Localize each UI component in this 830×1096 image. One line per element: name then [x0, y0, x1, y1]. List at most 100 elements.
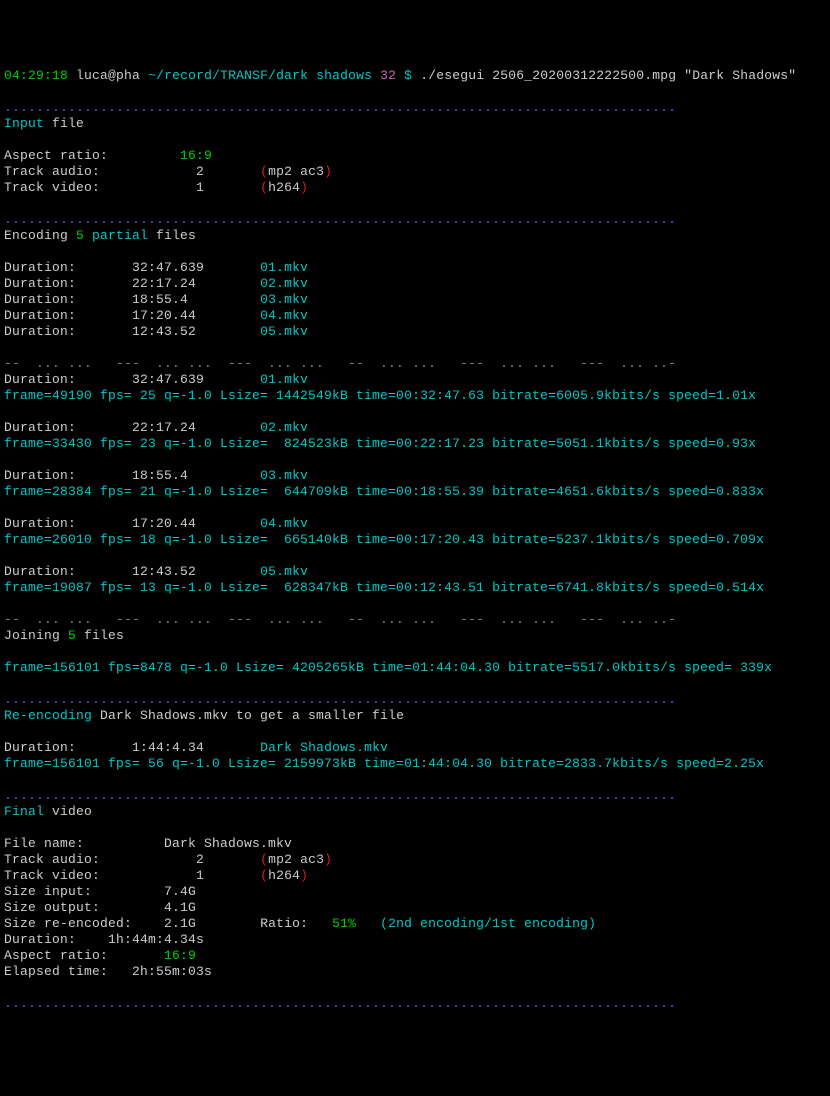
reenc-file: Dark Shadows.mkv: [260, 740, 388, 755]
separator-dashes: -- ... ... --- ... ... --- ... ... -- ..…: [4, 356, 676, 371]
run-file: 04.mkv: [260, 516, 308, 531]
part-label: Duration:: [4, 276, 76, 291]
paren-close: ): [324, 164, 332, 179]
part-file: 04.mkv: [260, 308, 308, 323]
ffmpeg-stat: frame=19087 fps= 13 q=-1.0 Lsize= 628347…: [4, 580, 764, 595]
final-taudio-codecs: mp2 ac3: [268, 852, 324, 867]
final-sre-label: Size re-encoded:: [4, 916, 132, 931]
enc-hdr-n: 5: [76, 228, 84, 243]
aspect-label: Aspect ratio:: [4, 148, 108, 163]
enc-hdr-c: files: [148, 228, 196, 243]
paren-open: (: [260, 868, 268, 883]
part-label: Duration:: [4, 308, 76, 323]
enc-hdr-b: partial: [84, 228, 148, 243]
part-file: 01.mkv: [260, 260, 308, 275]
run-file: 01.mkv: [260, 372, 308, 387]
paren-open: (: [260, 852, 268, 867]
paren-close: ): [300, 180, 308, 195]
ffmpeg-stat: frame=26010 fps= 18 q=-1.0 Lsize= 665140…: [4, 532, 764, 547]
run-label: Duration:: [4, 564, 76, 579]
track-video-label: Track video:: [4, 180, 100, 195]
ffmpeg-stat: frame=33430 fps= 23 q=-1.0 Lsize= 824523…: [4, 436, 756, 451]
final-elap-label: Elapsed time:: [4, 964, 108, 979]
separator-dots: ........................................…: [4, 100, 676, 115]
reenc-hdr-a: Re-encoding: [4, 708, 100, 723]
paren-close: ): [300, 868, 308, 883]
run-dur: 12:43.52: [132, 564, 196, 579]
final-tvideo-codec: h264: [268, 868, 300, 883]
join-hdr-a: Joining: [4, 628, 68, 643]
final-hdr-b: video: [44, 804, 92, 819]
prompt-command: ./esegui 2506_20200312222500.mpg "Dark S…: [420, 68, 796, 83]
final-asp: 16:9: [164, 948, 196, 963]
terminal-output: 04:29:18 luca@pha ~/record/TRANSF/dark s…: [4, 68, 830, 1012]
part-file: 02.mkv: [260, 276, 308, 291]
final-asp-label: Aspect ratio:: [4, 948, 108, 963]
reenc-hdr-b: Dark Shadows.mkv to get a smaller file: [100, 708, 404, 723]
paren-open: (: [260, 164, 268, 179]
part-dur: 18:55.4: [132, 292, 188, 307]
part-file: 05.mkv: [260, 324, 308, 339]
track-video-codec: h264: [268, 180, 300, 195]
reenc-label: Duration:: [4, 740, 76, 755]
separator-dots: ........................................…: [4, 212, 676, 227]
track-video-n: 1: [196, 180, 204, 195]
run-dur: 32:47.639: [132, 372, 204, 387]
paren-close: ): [324, 852, 332, 867]
part-dur: 32:47.639: [132, 260, 204, 275]
part-dur: 22:17.24: [132, 276, 196, 291]
final-tvideo-n: 1: [196, 868, 204, 883]
run-label: Duration:: [4, 372, 76, 387]
separator-dots: ........................................…: [4, 996, 676, 1011]
section-input-a: Input: [4, 116, 44, 131]
final-sout-label: Size output:: [4, 900, 100, 915]
part-dur: 17:20.44: [132, 308, 196, 323]
part-label: Duration:: [4, 260, 76, 275]
prompt-userhost: luca@pha: [76, 68, 140, 83]
section-input-b: file: [44, 116, 84, 131]
reenc-dur: 1:44:4.34: [132, 740, 204, 755]
final-dur: 1h:44m:4.34s: [108, 932, 204, 947]
aspect-value: 16:9: [180, 148, 212, 163]
separator-dots: ........................................…: [4, 692, 676, 707]
run-dur: 18:55.4: [132, 468, 188, 483]
run-file: 05.mkv: [260, 564, 308, 579]
part-label: Duration:: [4, 292, 76, 307]
final-ratio-label: Ratio:: [260, 916, 308, 931]
run-file: 02.mkv: [260, 420, 308, 435]
run-label: Duration:: [4, 468, 76, 483]
prompt-path: ~/record/TRANSF/dark shadows: [148, 68, 372, 83]
join-hdr-n: 5: [68, 628, 76, 643]
run-label: Duration:: [4, 420, 76, 435]
final-taudio-label: Track audio:: [4, 852, 100, 867]
final-taudio-n: 2: [196, 852, 204, 867]
run-dur: 22:17.24: [132, 420, 196, 435]
final-fname: Dark Shadows.mkv: [164, 836, 292, 851]
run-dur: 17:20.44: [132, 516, 196, 531]
run-file: 03.mkv: [260, 468, 308, 483]
part-dur: 12:43.52: [132, 324, 196, 339]
final-hdr-a: Final: [4, 804, 44, 819]
final-tvideo-label: Track video:: [4, 868, 100, 883]
final-sout: 4.1G: [164, 900, 196, 915]
final-dur-label: Duration:: [4, 932, 76, 947]
run-label: Duration:: [4, 516, 76, 531]
final-fname-label: File name:: [4, 836, 84, 851]
prompt-line[interactable]: 04:29:18 luca@pha ~/record/TRANSF/dark s…: [4, 68, 796, 83]
separator-dots: ........................................…: [4, 788, 676, 803]
final-elap: 2h:55m:03s: [132, 964, 212, 979]
final-sre: 2.1G: [164, 916, 196, 931]
final-sin: 7.4G: [164, 884, 196, 899]
prompt-dircount: 32: [380, 68, 396, 83]
ffmpeg-stat: frame=28384 fps= 21 q=-1.0 Lsize= 644709…: [4, 484, 764, 499]
ffmpeg-stat: frame=156101 fps= 56 q=-1.0 Lsize= 21599…: [4, 756, 764, 771]
join-hdr-b: files: [76, 628, 124, 643]
prompt-time: 04:29:18: [4, 68, 68, 83]
track-audio-n: 2: [196, 164, 204, 179]
track-audio-label: Track audio:: [4, 164, 100, 179]
prompt-dollar: $: [404, 68, 412, 83]
final-ratio-note: (2nd encoding/1st encoding): [380, 916, 596, 931]
enc-hdr-a: Encoding: [4, 228, 76, 243]
separator-dashes: -- ... ... --- ... ... --- ... ... -- ..…: [4, 612, 676, 627]
track-audio-codecs: mp2 ac3: [268, 164, 324, 179]
